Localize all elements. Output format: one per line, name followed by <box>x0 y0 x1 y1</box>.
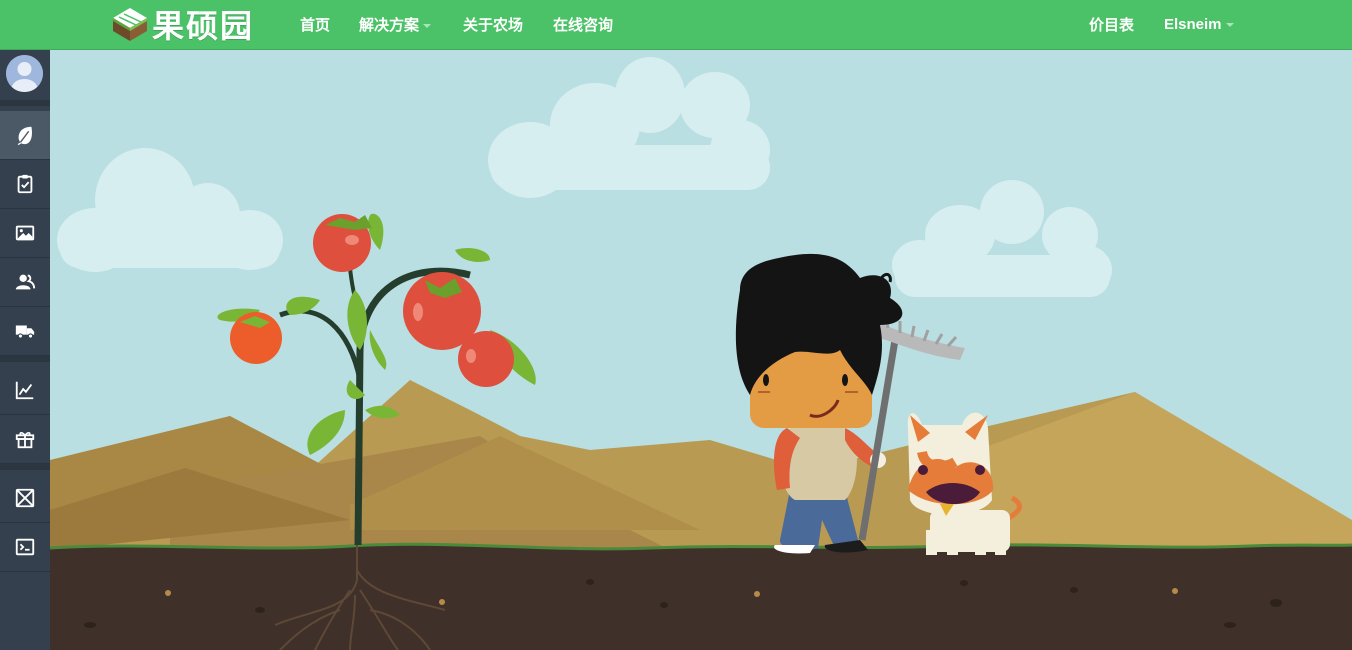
farm-logo-icon <box>113 8 147 41</box>
sidebar-item-gifts[interactable] <box>0 415 50 464</box>
line-chart-icon <box>15 381 34 400</box>
sidebar-item-users[interactable] <box>0 258 50 307</box>
farm-illustration <box>50 50 1352 650</box>
truck-icon <box>15 325 35 339</box>
top-navbar: 果硕园 首页 解决方案 关于农场 在线咨询 价目表 Elsneim <box>0 0 1352 50</box>
logo-text: 果硕园 <box>152 7 255 45</box>
user-avatar-icon <box>6 55 43 92</box>
sidebar-item-console[interactable] <box>0 523 50 572</box>
caret-down-icon <box>1225 22 1234 27</box>
nav-price-list[interactable]: 价目表 <box>1089 14 1134 35</box>
nav-consult[interactable]: 在线咨询 <box>553 14 613 35</box>
nav-home[interactable]: 首页 <box>300 14 330 35</box>
mail-icon <box>15 488 35 508</box>
nav-solutions[interactable]: 解决方案 <box>359 14 432 35</box>
nav-about[interactable]: 关于农场 <box>463 14 523 35</box>
caret-down-icon <box>423 23 432 28</box>
user-menu[interactable]: Elsneim <box>1164 16 1234 33</box>
sidebar-item-gallery[interactable] <box>0 209 50 258</box>
user-name: Elsneim <box>1164 15 1222 33</box>
sidebar <box>0 50 50 650</box>
leaf-icon <box>17 126 32 146</box>
clipboard-check-icon <box>17 174 33 194</box>
logo[interactable]: 果硕园 <box>110 2 254 46</box>
nav-solutions-label: 解决方案 <box>359 16 420 34</box>
gift-icon <box>15 432 35 449</box>
sidebar-item-stats[interactable] <box>0 366 50 415</box>
sidebar-item-plant[interactable] <box>0 111 50 160</box>
avatar[interactable] <box>6 55 43 92</box>
sidebar-item-tasks[interactable] <box>0 160 50 209</box>
sidebar-item-messages[interactable] <box>0 474 50 523</box>
image-icon <box>15 225 35 241</box>
tomato <box>458 331 514 387</box>
users-icon <box>15 274 36 290</box>
sidebar-item-delivery[interactable] <box>0 307 50 356</box>
terminal-icon <box>15 538 35 556</box>
